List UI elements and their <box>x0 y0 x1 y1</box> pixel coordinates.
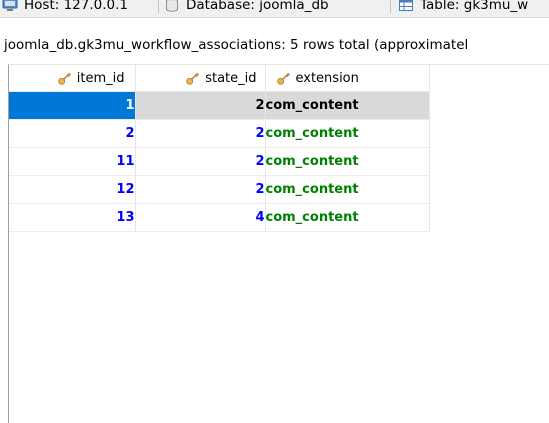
key-icon <box>186 72 200 85</box>
column-header-label: extension <box>295 70 359 86</box>
cell-state-id[interactable]: 4 <box>135 203 266 232</box>
table-row[interactable]: 1 2 com_content <box>9 91 430 120</box>
cell-state-id[interactable]: 2 <box>135 91 266 120</box>
host-icon <box>2 0 18 11</box>
cell-item-id[interactable]: 12 <box>9 175 136 204</box>
results-table: item_id state_id extension 1 2 com_conte… <box>9 65 430 232</box>
tab-divider <box>390 0 391 13</box>
tab-database-label: Database: joomla_db <box>186 0 329 13</box>
key-icon <box>57 72 71 85</box>
cell-item-id[interactable]: 1 <box>9 91 136 120</box>
cell-state-id[interactable]: 2 <box>135 147 266 176</box>
table-row[interactable]: 2 2 com_content <box>9 119 430 148</box>
column-header-state-id[interactable]: state_id <box>135 65 266 92</box>
cell-extension[interactable]: com_content <box>265 147 430 176</box>
data-grid[interactable]: item_id state_id extension 1 2 com_conte… <box>8 64 549 423</box>
column-header-extension[interactable]: extension <box>265 65 430 92</box>
cell-item-id[interactable]: 13 <box>9 203 136 232</box>
key-icon <box>276 72 290 85</box>
table-info-text: joomla_db.gk3mu_workflow_associations: 5… <box>4 37 469 53</box>
tab-host-label: Host: 127.0.0.1 <box>24 0 128 13</box>
cell-state-id[interactable]: 2 <box>135 119 266 148</box>
cell-extension[interactable]: com_content <box>265 203 430 232</box>
cell-item-id[interactable]: 11 <box>9 147 136 176</box>
cell-item-id[interactable]: 2 <box>9 119 136 148</box>
column-header-label: item_id <box>76 70 125 86</box>
cell-extension[interactable]: com_content <box>265 119 430 148</box>
cell-state-id[interactable]: 2 <box>135 175 266 204</box>
tab-host[interactable]: Host: 127.0.0.1 <box>2 0 128 17</box>
tab-table-label: Table: gk3mu_w <box>420 0 529 13</box>
tab-divider <box>158 0 159 13</box>
cell-extension[interactable]: com_content <box>265 175 430 204</box>
column-header-item-id[interactable]: item_id <box>9 65 136 92</box>
tab-database[interactable]: Database: joomla_db <box>164 0 329 17</box>
cell-extension[interactable]: com_content <box>265 91 430 120</box>
tab-table[interactable]: Table: gk3mu_w <box>398 0 528 17</box>
header-row: item_id state_id extension <box>9 65 430 92</box>
column-header-label: state_id <box>205 70 257 86</box>
table-row[interactable]: 12 2 com_content <box>9 175 430 204</box>
tab-strip: Host: 127.0.0.1 Database: joomla_db Tabl… <box>0 0 549 18</box>
database-icon <box>166 0 178 12</box>
table-row[interactable]: 13 4 com_content <box>9 203 430 232</box>
table-row[interactable]: 11 2 com_content <box>9 147 430 176</box>
table-icon <box>399 0 413 11</box>
